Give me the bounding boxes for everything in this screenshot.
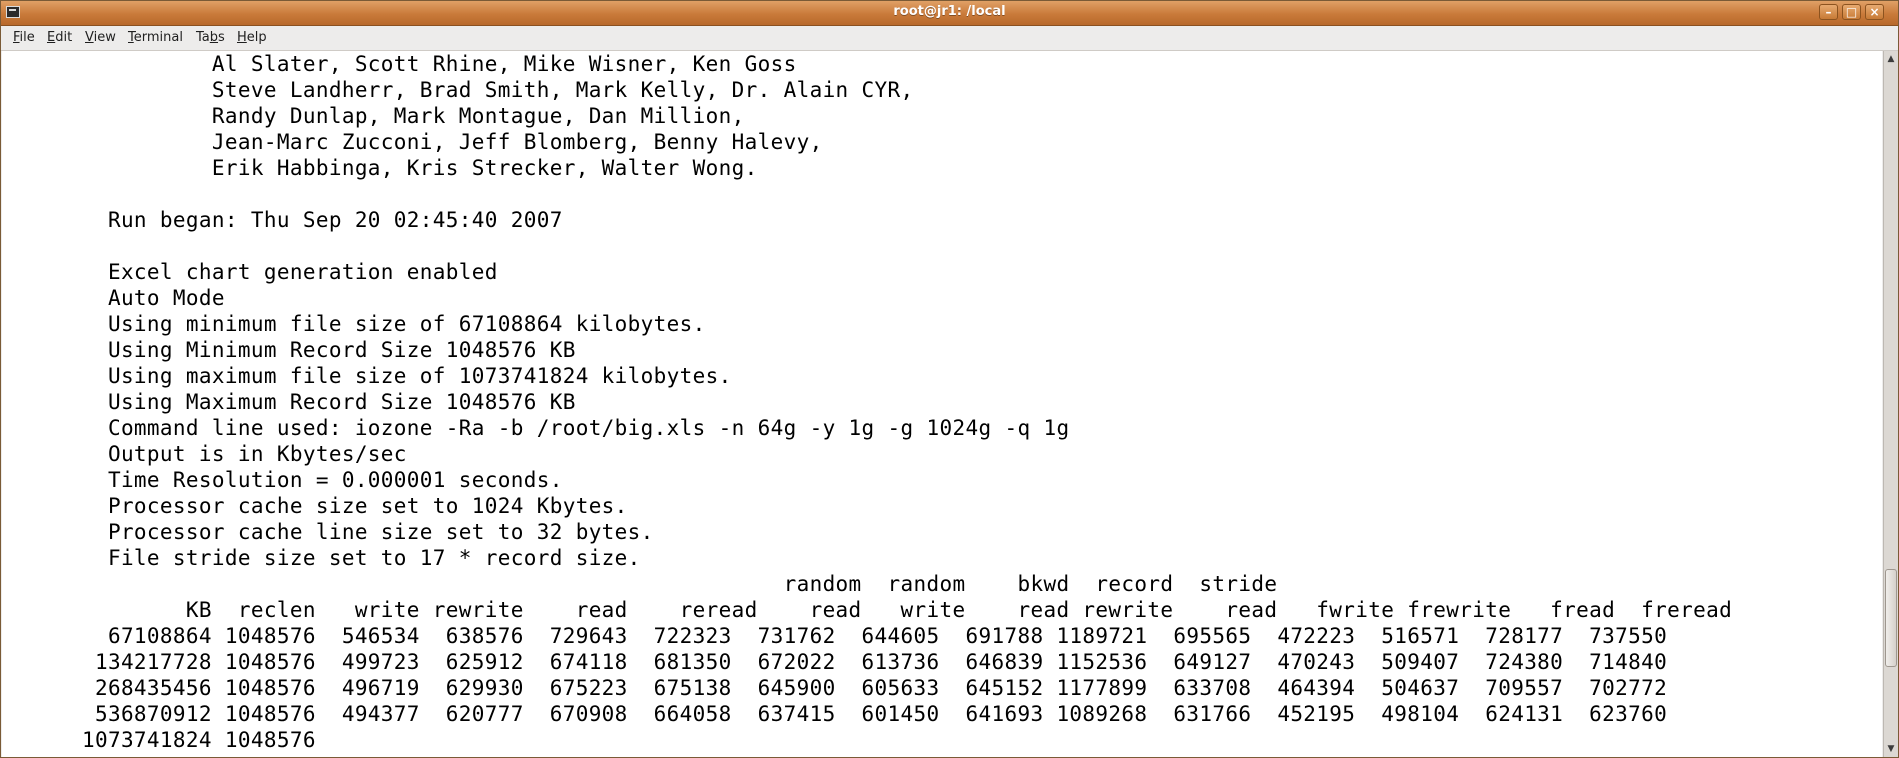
terminal-line: File stride size set to 17 * record size… [4, 546, 641, 570]
minimize-button[interactable]: – [1819, 4, 1838, 20]
terminal-line: Run began: Thu Sep 20 02:45:40 2007 [4, 208, 563, 232]
menu-file-label: ile [19, 30, 35, 45]
terminal-line: Output is in Kbytes/sec [4, 442, 407, 466]
terminal-line: Excel chart generation enabled [4, 260, 498, 284]
menu-tabs-mnemonic: b [209, 30, 219, 45]
terminal-window: root@jr1: /local – □ × File Edit View Te… [0, 0, 1899, 758]
terminal-output[interactable]: Al Slater, Scott Rhine, Mike Wisner, Ken… [2, 51, 1882, 757]
menu-edit-mnemonic: E [47, 30, 56, 45]
terminal-line: 134217728 1048576 499723 625912 674118 6… [4, 650, 1668, 674]
menu-edit[interactable]: Edit [47, 30, 72, 45]
terminal-line: Using minimum file size of 67108864 kilo… [4, 312, 706, 336]
menu-terminal-label: erminal [133, 30, 183, 45]
menu-help-mnemonic: H [237, 30, 247, 45]
terminal-line: 268435456 1048576 496719 629930 675223 6… [4, 676, 1668, 700]
terminal-line: Processor cache line size set to 32 byte… [4, 520, 654, 544]
title-bar[interactable]: root@jr1: /local – □ × [1, 1, 1898, 26]
menu-view-label: iew [93, 30, 116, 45]
menu-bar: File Edit View Terminal Tabs Help [1, 26, 1898, 51]
window-title: root@jr1: /local [893, 4, 1006, 19]
terminal-line: Al Slater, Scott Rhine, Mike Wisner, Ken… [4, 52, 797, 76]
menu-tabs[interactable]: Tabs [196, 30, 225, 45]
terminal-line: 67108864 1048576 546534 638576 729643 72… [4, 624, 1668, 648]
terminal-line: Steve Landherr, Brad Smith, Mark Kelly, … [4, 78, 914, 102]
terminal-line: Erik Habbinga, Kris Strecker, Walter Won… [4, 156, 758, 180]
menu-view-mnemonic: V [85, 30, 94, 45]
menu-file[interactable]: File [13, 30, 35, 45]
terminal-line: Using Minimum Record Size 1048576 KB [4, 338, 576, 362]
terminal-line: Time Resolution = 0.000001 seconds. [4, 468, 563, 492]
terminal-line: KB reclen write rewrite read reread read… [4, 598, 1733, 622]
terminal-line: 536870912 1048576 494377 620777 670908 6… [4, 702, 1668, 726]
close-button[interactable]: × [1865, 4, 1884, 20]
scroll-up-arrow-icon[interactable]: ▲ [1884, 52, 1898, 66]
menu-help[interactable]: Help [237, 30, 267, 45]
terminal-text: Al Slater, Scott Rhine, Mike Wisner, Ken… [4, 51, 1732, 753]
terminal-line: Randy Dunlap, Mark Montague, Dan Million… [4, 104, 745, 128]
maximize-button[interactable]: □ [1842, 4, 1861, 20]
terminal-line: Using Maximum Record Size 1048576 KB [4, 390, 576, 414]
menu-terminal[interactable]: Terminal [128, 30, 183, 45]
menu-tabs-label-end: s [218, 30, 225, 45]
menu-tabs-label-start: Ta [196, 30, 210, 45]
menu-view[interactable]: View [85, 30, 116, 45]
vertical-scrollbar[interactable]: ▲ ▼ [1883, 51, 1898, 757]
scroll-down-arrow-icon[interactable]: ▼ [1884, 742, 1898, 756]
scrollbar-thumb[interactable] [1885, 569, 1897, 667]
menu-edit-label: dit [55, 30, 73, 45]
terminal-line: random random bkwd record stride [4, 572, 1278, 596]
terminal-line: Jean-Marc Zucconi, Jeff Blomberg, Benny … [4, 130, 823, 154]
menu-help-label: elp [246, 30, 267, 45]
terminal-line: Processor cache size set to 1024 Kbytes. [4, 494, 628, 518]
terminal-line: 1073741824 1048576 [4, 728, 316, 752]
terminal-line: Command line used: iozone -Ra -b /root/b… [4, 416, 1070, 440]
terminal-line: Using maximum file size of 1073741824 ki… [4, 364, 732, 388]
terminal-line: Auto Mode [4, 286, 225, 310]
